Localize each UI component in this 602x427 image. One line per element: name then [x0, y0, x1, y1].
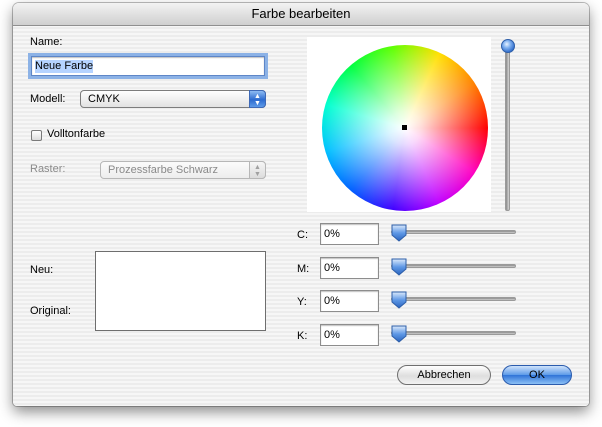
new-color-swatch	[96, 252, 265, 291]
color-preview-box	[95, 251, 266, 331]
y-value-field[interactable]: 0%	[320, 290, 379, 312]
color-wheel-area	[307, 37, 491, 212]
y-slider-thumb[interactable]	[390, 291, 408, 309]
c-value-field[interactable]: 0%	[320, 223, 379, 245]
k-value: 0%	[324, 329, 340, 341]
k-slider-thumb[interactable]	[390, 325, 408, 343]
volltonfarbe-label[interactable]: Volltonfarbe	[47, 128, 105, 140]
m-value-field[interactable]: 0%	[320, 257, 379, 279]
m-value: 0%	[324, 262, 340, 274]
brightness-slider-track[interactable]	[505, 43, 510, 211]
y-label: Y:	[297, 296, 307, 308]
y-slider-track[interactable]	[391, 297, 516, 301]
m-slider-track[interactable]	[391, 264, 516, 268]
up-down-arrows-icon: ▲ ▼	[249, 90, 266, 108]
raster-label: Raster:	[30, 163, 66, 175]
modell-label: Modell:	[30, 93, 66, 105]
m-label: M:	[297, 263, 310, 275]
c-slider-thumb[interactable]	[390, 224, 408, 242]
modell-popup-value: CMYK	[88, 93, 120, 105]
y-value: 0%	[324, 295, 340, 307]
brightness-slider-knob[interactable]	[501, 39, 515, 53]
name-field[interactable]: Neue Farbe	[31, 56, 265, 76]
original-color-label: Original:	[30, 305, 71, 317]
original-color-swatch	[96, 291, 265, 330]
color-wheel-marker[interactable]	[402, 125, 407, 130]
name-label: Name:	[30, 36, 63, 48]
modell-popup[interactable]: CMYK ▲ ▼	[80, 90, 266, 108]
cancel-button[interactable]: Abbrechen	[397, 365, 491, 385]
ok-button[interactable]: OK	[502, 365, 572, 385]
c-value: 0%	[324, 228, 340, 240]
c-slider-track[interactable]	[391, 230, 516, 234]
k-slider-track[interactable]	[391, 331, 516, 335]
k-value-field[interactable]: 0%	[320, 324, 379, 346]
name-field-value: Neue Farbe	[35, 60, 94, 73]
c-label: C:	[297, 229, 308, 241]
edit-color-dialog: Farbe bearbeiten Name: Neue Farbe Modell…	[13, 3, 589, 406]
up-down-arrows-icon: ▲ ▼	[249, 161, 266, 179]
k-label: K:	[297, 330, 308, 342]
window-title: Farbe bearbeiten	[13, 3, 589, 26]
m-slider-thumb[interactable]	[390, 258, 408, 276]
raster-popup[interactable]: Prozessfarbe Schwarz ▲ ▼	[100, 161, 266, 179]
volltonfarbe-checkbox[interactable]	[31, 130, 42, 141]
new-color-label: Neu:	[30, 264, 54, 276]
raster-popup-value: Prozessfarbe Schwarz	[108, 164, 219, 176]
